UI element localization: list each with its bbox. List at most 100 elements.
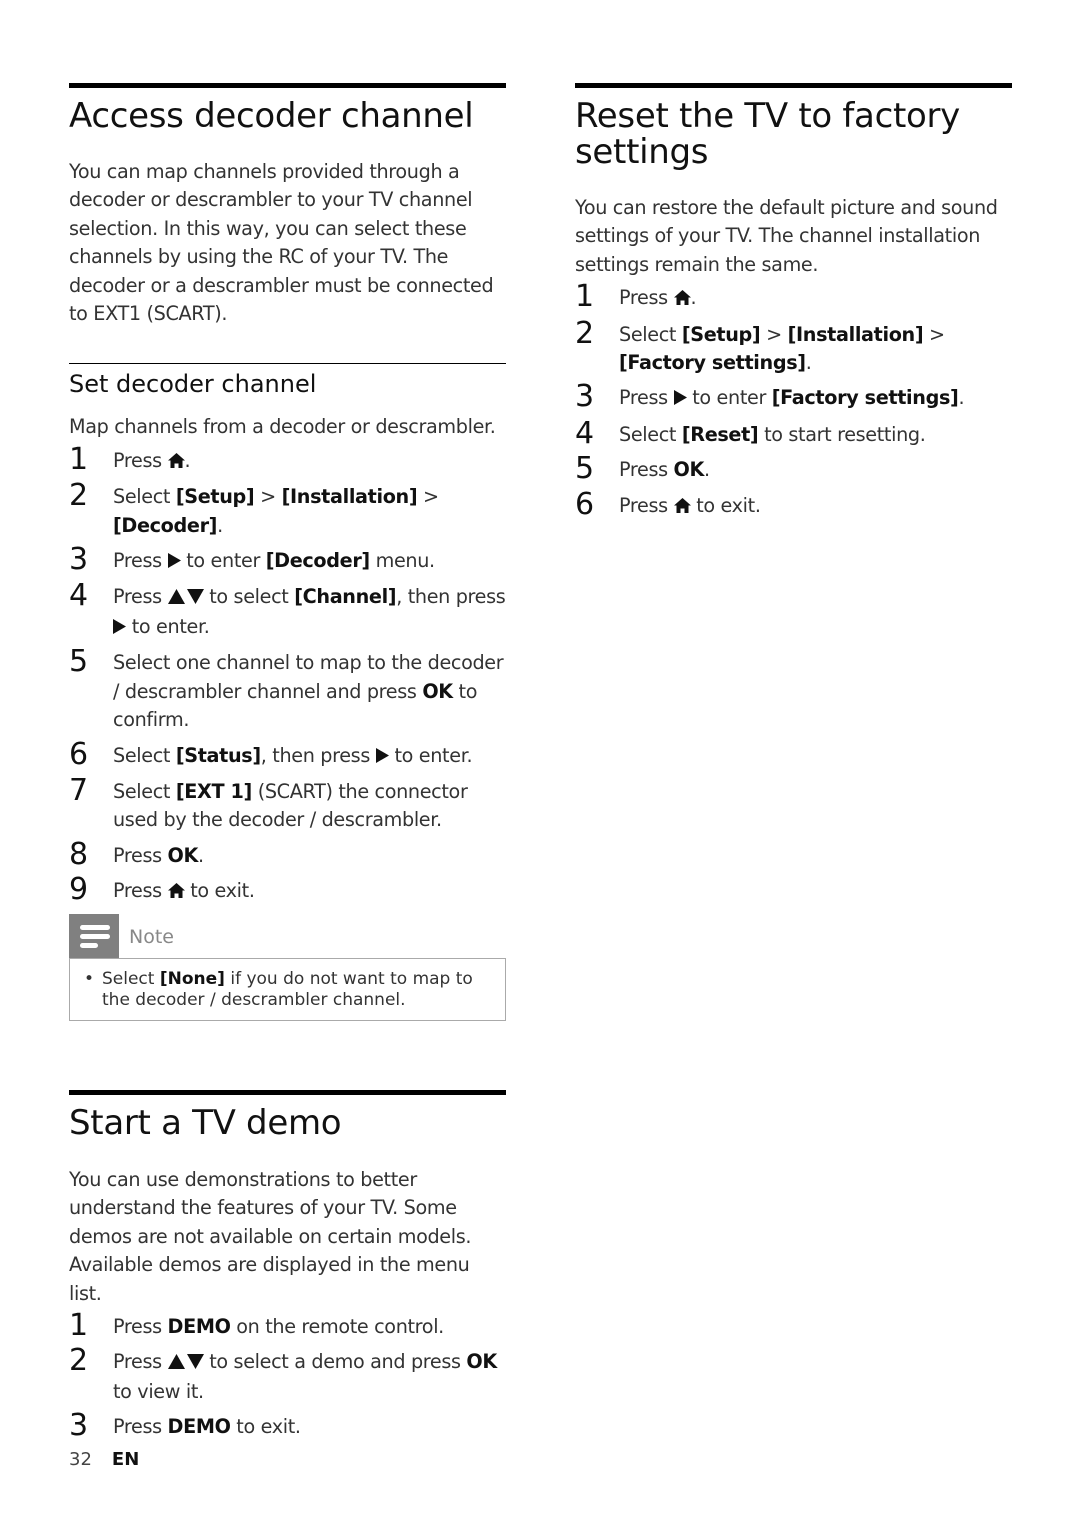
step-item: 5 Press OK.	[575, 451, 1012, 487]
language-code: EN	[111, 1449, 140, 1470]
factory-reset-section: Reset the TV to factory settings You can…	[575, 83, 1012, 528]
subsection-rule	[69, 363, 506, 365]
step-item: 1 Press .	[69, 441, 506, 477]
step-item: 3 Press to enter [Factory settings].	[575, 381, 1012, 413]
bold-term: [None]	[159, 968, 225, 989]
text: .	[217, 513, 223, 537]
step-number: 1	[69, 1308, 88, 1344]
step-number: 6	[69, 736, 88, 772]
up-down-arrows-icon	[167, 584, 204, 612]
bold-term: DEMO	[167, 1415, 231, 1439]
step-item: 1 Press DEMO on the remote control.	[69, 1308, 506, 1344]
step-number: 5	[575, 451, 594, 487]
text: >	[760, 322, 788, 346]
play-right-icon	[113, 614, 126, 642]
text: Select	[113, 485, 176, 509]
section-intro: You can use demonstrations to better und…	[69, 1168, 472, 1305]
text: Select	[113, 743, 176, 767]
step-item: 4 Press to select [Channel], then press t…	[69, 578, 506, 642]
step-item: 3 Press DEMO to exit.	[69, 1408, 506, 1444]
bold-term: [Reset]	[681, 422, 759, 446]
step-item: 2 Select [Setup] > [Installation] > [Fact…	[575, 317, 1012, 378]
section-title: Access decoder channel	[69, 96, 474, 136]
note-label: Note	[129, 925, 174, 948]
step-number: 2	[69, 1343, 88, 1379]
home-icon	[673, 285, 691, 313]
text: Select	[102, 968, 160, 989]
step-number: 7	[69, 772, 88, 808]
bold-term: [Setup]	[175, 485, 255, 509]
step-number: 8	[69, 836, 88, 872]
text: >	[254, 485, 282, 509]
step-item: 5 Select one channel to map to the decode…	[69, 644, 506, 734]
reset-steps: 1 Press . 2 Select [Setup] > [Installation]…	[575, 281, 1012, 522]
text: to enter.	[388, 743, 473, 767]
text: to exit.	[184, 879, 255, 903]
demo-steps: 1 Press DEMO on the remote control. 2 Press…	[69, 1308, 506, 1444]
step-number: 5	[69, 644, 88, 680]
step-number: 6	[575, 486, 594, 522]
text: to start resetting.	[758, 422, 926, 446]
decoder-steps: 1 Press . 2 Select [Setup] > [Installation]…	[69, 441, 506, 908]
text: Press	[619, 458, 674, 482]
text: on the remote control.	[230, 1315, 444, 1339]
section-intro: You can restore the default picture and …	[575, 196, 998, 276]
step-number: 2	[69, 478, 88, 514]
step-number: 1	[69, 441, 88, 477]
bold-term: [EXT 1]	[175, 779, 252, 803]
step-item: 2 Press to select a demo and press OK to …	[69, 1343, 506, 1406]
step-item: 6 Select [Status], then press to enter.	[69, 736, 506, 772]
step-number: 9	[69, 872, 88, 908]
note-icon	[69, 913, 119, 958]
text: Press	[619, 386, 674, 410]
section-title: Reset the TV to factory settings	[575, 96, 960, 172]
step-number: 4	[69, 578, 88, 614]
bold-term: [Status]	[175, 743, 261, 767]
tv-demo-section: Start a TV demo You can use demonstratio…	[69, 1090, 506, 1449]
step-item: 7 Select [EXT 1] (SCART) the connector us…	[69, 772, 506, 835]
text: .	[703, 458, 710, 482]
text: Press	[113, 448, 168, 472]
section-title: Start a TV demo	[69, 1103, 342, 1143]
text: .	[805, 351, 812, 375]
text: .	[958, 386, 965, 410]
up-down-arrows-icon	[167, 1349, 204, 1377]
text: to enter.	[126, 614, 210, 638]
note-box: Note Select [None] if you do not want to…	[69, 913, 506, 1021]
bold-term: OK	[673, 458, 705, 482]
text: to exit.	[230, 1415, 301, 1439]
note-item: Select [None] if you do not want to map …	[84, 969, 493, 1011]
text: , then press	[396, 585, 506, 609]
bold-term: OK	[422, 679, 453, 703]
text: to view it.	[113, 1379, 204, 1403]
text: to select a demo and press	[203, 1350, 467, 1374]
step-item: 9 Press to exit.	[69, 872, 506, 908]
access-decoder-section: Access decoder channel You can map chann…	[69, 83, 506, 1021]
note-header: Note	[69, 913, 506, 958]
text: >	[417, 485, 439, 509]
text: Press	[113, 1350, 168, 1374]
step-item: 2 Select [Setup] > [Installation] > [Deco…	[69, 478, 506, 540]
note-body: Select [None] if you do not want to map …	[69, 957, 506, 1021]
step-number: 3	[69, 1408, 88, 1444]
bold-term: DEMO	[167, 1315, 231, 1339]
section-rule	[69, 83, 506, 88]
subsection-title: Set decoder channel	[69, 370, 317, 399]
step-number: 3	[69, 542, 88, 578]
text: Press	[113, 549, 168, 573]
bold-term: [Channel]	[294, 585, 397, 609]
home-icon	[673, 493, 691, 521]
text: , then press	[260, 743, 376, 767]
bold-term: [Decoder]	[113, 513, 218, 537]
bold-term: [Factory settings]	[619, 351, 806, 375]
page-footer: 32 EN	[69, 1449, 139, 1470]
step-number: 4	[575, 415, 594, 451]
text: Press	[113, 879, 168, 903]
bold-term: OK	[167, 843, 199, 867]
text: .	[184, 448, 191, 472]
text: .	[690, 286, 697, 310]
text: Press	[113, 1415, 168, 1439]
play-right-icon	[375, 743, 389, 771]
text: Press	[113, 843, 168, 867]
section-intro: You can map channels provided through a …	[69, 160, 494, 326]
